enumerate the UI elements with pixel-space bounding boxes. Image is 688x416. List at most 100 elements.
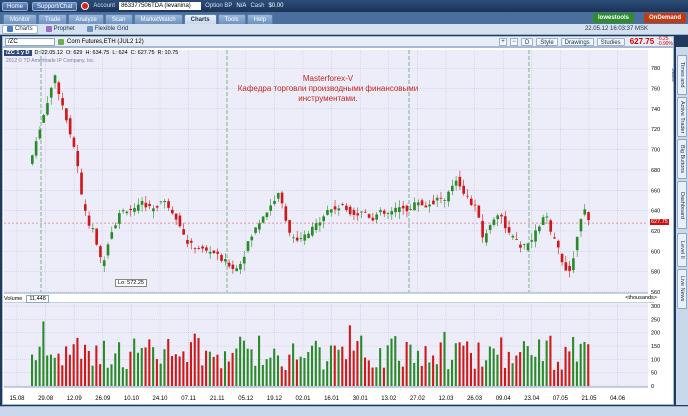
volume-bar bbox=[65, 346, 68, 386]
candle-body bbox=[375, 214, 378, 220]
candle-body bbox=[352, 210, 356, 215]
chart-panel[interactable]: 15.08 29.08 12.09 26.09 10.10 24.10 07.11 21.11… bbox=[2, 47, 674, 405]
volume-bar bbox=[379, 348, 382, 386]
candle-body bbox=[322, 216, 325, 222]
candle-body bbox=[42, 115, 45, 123]
candle-body bbox=[560, 253, 564, 263]
annotation-line-3: инструментами. bbox=[298, 94, 358, 103]
volume-bar bbox=[80, 358, 83, 386]
x-tick-label: 09.04 bbox=[496, 396, 512, 402]
candle-body bbox=[367, 214, 371, 218]
candle-body bbox=[314, 223, 318, 230]
sidetab-level-ii[interactable]: Level II bbox=[677, 233, 687, 267]
price-tick-label: 640 bbox=[651, 209, 660, 215]
volume-bar bbox=[186, 362, 189, 386]
sidetab-times-and-sales[interactable]: Times and Sales bbox=[670, 55, 687, 95]
volume-bar bbox=[197, 338, 200, 386]
candle-body bbox=[424, 205, 428, 208]
sidetab-active-trader[interactable]: Active Trader bbox=[677, 97, 687, 137]
candle-body bbox=[292, 237, 295, 239]
tab-trade[interactable]: Trade bbox=[38, 14, 68, 24]
home-button[interactable]: Home bbox=[2, 1, 29, 11]
volume-label: Volume bbox=[4, 295, 23, 302]
candle-body bbox=[549, 220, 553, 232]
volume-units: <thousands> bbox=[625, 295, 657, 301]
volume-bar bbox=[568, 351, 571, 386]
candle-body bbox=[38, 129, 42, 139]
volume-bar bbox=[292, 343, 295, 386]
volume-bar bbox=[269, 357, 272, 386]
brand-lowestools[interactable]: lowestools bbox=[592, 13, 634, 23]
candle-body bbox=[155, 206, 159, 208]
zoom-out-icon[interactable]: − bbox=[509, 37, 518, 46]
subtab-charts-label: Charts bbox=[15, 25, 33, 32]
tab-tools[interactable]: Tools bbox=[217, 14, 246, 24]
volume-bar bbox=[68, 354, 71, 386]
volume-bar bbox=[201, 365, 204, 386]
drawings-button[interactable]: Drawings bbox=[560, 37, 594, 46]
tab-scan[interactable]: Scan bbox=[104, 14, 133, 24]
studies-button[interactable]: Studies bbox=[596, 37, 625, 46]
volume-bar bbox=[205, 350, 208, 386]
x-tick-label: 23.04 bbox=[524, 396, 540, 402]
volume-bar bbox=[83, 344, 87, 386]
period-button[interactable]: D bbox=[520, 37, 534, 46]
support-chat-button[interactable]: Support/Chat bbox=[32, 1, 78, 11]
volume-tick-label: 0 bbox=[651, 384, 654, 390]
tab-help[interactable]: Help bbox=[246, 14, 274, 24]
candle-body bbox=[477, 205, 481, 218]
x-tick-label: 21.11 bbox=[210, 396, 225, 402]
chart-symbol-badge[interactable]: /ZC 1 y D bbox=[4, 50, 32, 56]
account-select[interactable]: 863377506TDA (levanina) bbox=[119, 2, 202, 10]
volume-bar bbox=[265, 359, 268, 386]
sidetab-dashboard[interactable]: Dashboard bbox=[677, 181, 687, 229]
ohlc-info: /ZC 1 y D D: 22.05.12 O: 629 H: 634.75 L… bbox=[4, 49, 178, 57]
volume-tick-label: 50 bbox=[651, 371, 657, 377]
volume-bar bbox=[485, 360, 488, 386]
price-tick-label: 700 bbox=[651, 148, 660, 154]
volume-header: Volume 11,448 bbox=[4, 294, 654, 303]
volume-bar bbox=[57, 353, 60, 386]
candle-body bbox=[231, 264, 235, 270]
volume-bar bbox=[133, 338, 136, 386]
tab-charts[interactable]: Charts bbox=[183, 14, 217, 24]
tab-monitor[interactable]: Monitor bbox=[3, 14, 38, 24]
zoom-in-icon[interactable]: + bbox=[498, 37, 507, 46]
brand-ondemand[interactable]: OnDemand bbox=[643, 13, 686, 23]
volume-bar bbox=[435, 364, 438, 386]
candle-body bbox=[102, 260, 106, 267]
tab-analyze[interactable]: Analyze bbox=[68, 14, 104, 24]
candle-body bbox=[121, 210, 125, 212]
candle-body bbox=[239, 264, 242, 270]
candle-body bbox=[409, 209, 413, 210]
price-tick-label: 660 bbox=[651, 188, 660, 194]
subtab-charts[interactable]: Charts bbox=[2, 24, 38, 34]
subtab-flexible-grid-label: Flexible Grid bbox=[94, 25, 129, 32]
account-label: Account bbox=[93, 3, 116, 9]
top-bar: Home Support/Chat Account 863377506TDA (… bbox=[0, 0, 688, 12]
stop-icon[interactable] bbox=[81, 2, 90, 10]
candle-body bbox=[201, 246, 204, 249]
volume-bar bbox=[91, 365, 94, 386]
subtab-flexible-grid[interactable]: Flexible Grid bbox=[83, 25, 133, 34]
volume-bar bbox=[454, 343, 457, 386]
candle-body bbox=[178, 215, 182, 227]
style-button[interactable]: Style bbox=[536, 37, 558, 46]
volume-bar bbox=[314, 340, 317, 386]
volume-bar bbox=[136, 352, 140, 386]
option-bp-label: Option BP bbox=[205, 3, 233, 9]
x-tick-label: 21.05 bbox=[581, 396, 597, 402]
volume-bar bbox=[587, 344, 590, 386]
candle-body bbox=[481, 220, 484, 238]
side-tabs: Times and Sales Active Trader Big Buttons D… bbox=[670, 47, 688, 405]
candle-body bbox=[356, 213, 360, 216]
volume-bar bbox=[382, 367, 385, 386]
candle-body bbox=[303, 234, 307, 241]
tab-marketwatch[interactable]: MarketWatch bbox=[133, 14, 183, 24]
volume-bar bbox=[273, 348, 276, 386]
sidetab-big-buttons[interactable]: Big Buttons bbox=[677, 139, 687, 179]
volume-bar bbox=[511, 363, 514, 386]
sidetab-live-news[interactable]: Live News bbox=[677, 269, 687, 309]
symbol-input[interactable]: /ZC bbox=[5, 37, 55, 46]
subtab-prophet[interactable]: Prophet bbox=[42, 25, 79, 34]
